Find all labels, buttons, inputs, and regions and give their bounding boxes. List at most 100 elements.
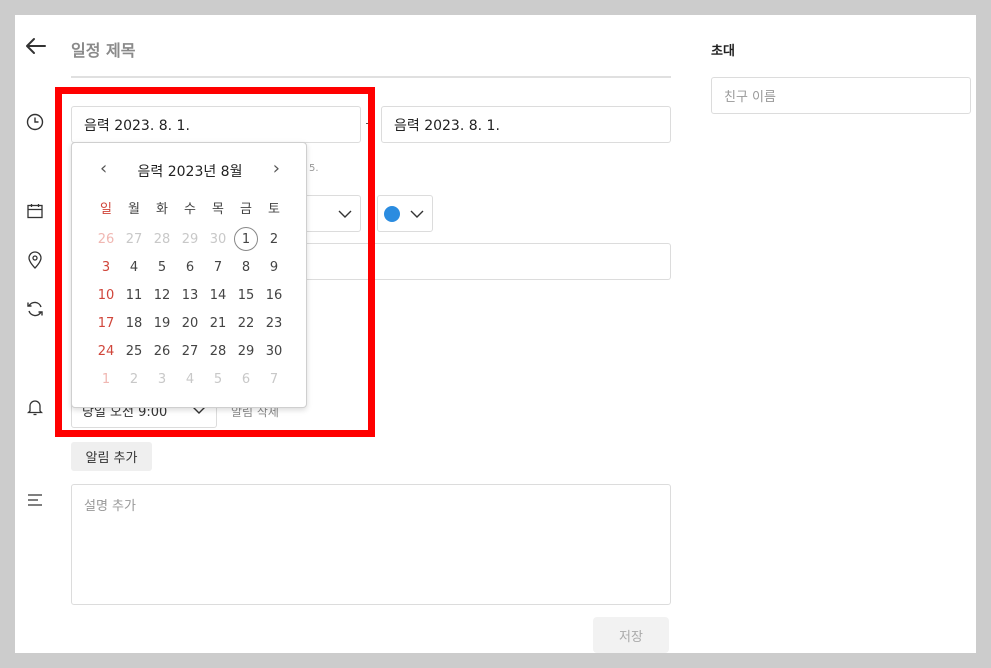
- date-cell-label: 11: [125, 287, 143, 303]
- date-cell[interactable]: 3: [148, 365, 176, 393]
- date-cell-label: 8: [241, 259, 251, 275]
- weekday-label: 목: [212, 201, 224, 217]
- date-cell-label: 24: [97, 343, 115, 359]
- date-cell[interactable]: 15: [232, 281, 260, 309]
- date-cell[interactable]: 30: [260, 337, 288, 365]
- date-picker-month-label: 음력 2023년 8월: [137, 164, 243, 180]
- date-cell[interactable]: 24: [92, 337, 120, 365]
- date-cell-label: 5: [213, 371, 223, 387]
- end-date-value: 음력 2023. 8. 1.: [394, 117, 500, 134]
- text-lines-icon: [27, 493, 43, 507]
- weekday-label: 금: [240, 201, 252, 217]
- date-cell-label: 22: [237, 315, 255, 331]
- date-cell-label: 6: [185, 259, 195, 275]
- date-cell-label: 17: [97, 315, 115, 331]
- weekday-label: 일: [100, 201, 112, 217]
- date-cell[interactable]: 13: [176, 281, 204, 309]
- bell-icon: [27, 398, 43, 416]
- date-cell-label: 16: [265, 287, 283, 303]
- date-cell[interactable]: 5: [148, 253, 176, 281]
- date-cell-label: 1: [234, 227, 258, 251]
- friend-name-input[interactable]: 친구 이름: [711, 77, 971, 114]
- next-month-button[interactable]: ›: [273, 160, 280, 178]
- date-cell[interactable]: 19: [148, 309, 176, 337]
- date-cell-label: 30: [265, 343, 283, 359]
- chevron-down-icon: [410, 210, 424, 218]
- date-cell[interactable]: 16: [260, 281, 288, 309]
- date-cell[interactable]: 23: [260, 309, 288, 337]
- date-cell[interactable]: 2: [120, 365, 148, 393]
- weekday-label: 화: [156, 201, 168, 217]
- prev-month-button[interactable]: ‹: [100, 160, 107, 178]
- date-cell[interactable]: 9: [260, 253, 288, 281]
- date-cell[interactable]: 21: [204, 309, 232, 337]
- date-cell[interactable]: 1: [92, 365, 120, 393]
- date-cell[interactable]: 6: [232, 365, 260, 393]
- date-picker-header: ‹ 음력 2023년 8월 ›: [72, 160, 308, 181]
- color-select[interactable]: [377, 195, 433, 232]
- date-cell[interactable]: 17: [92, 309, 120, 337]
- date-cell[interactable]: 6: [176, 253, 204, 281]
- date-cell-label: 4: [129, 259, 139, 275]
- date-cell[interactable]: 28: [204, 337, 232, 365]
- date-cell[interactable]: 29: [232, 337, 260, 365]
- date-cell-label: 29: [237, 343, 255, 359]
- end-date-field[interactable]: 음력 2023. 8. 1.: [381, 106, 671, 143]
- date-cell[interactable]: 12: [148, 281, 176, 309]
- description-placeholder: 설명 추가: [84, 499, 136, 514]
- date-cell-label: 18: [125, 315, 143, 331]
- date-cell[interactable]: 3: [92, 253, 120, 281]
- event-title-input[interactable]: 일정 제목: [71, 37, 135, 61]
- title-underline: [71, 76, 671, 78]
- start-date-value: 음력 2023. 8. 1.: [84, 117, 190, 134]
- start-date-field[interactable]: 음력 2023. 8. 1.: [71, 106, 361, 143]
- date-cell-label: 9: [269, 259, 279, 275]
- date-cell-label: 12: [153, 287, 171, 303]
- date-picker-grid: 일 월 화 수 목 금 토 26 27 28 29 30 1 2 3 4 5 6 7 8 9 10 11 12 13 14 15 16…: [92, 197, 288, 393]
- date-cell[interactable]: 26: [148, 337, 176, 365]
- date-cell[interactable]: 7: [260, 365, 288, 393]
- date-cell-label: 27: [125, 231, 143, 247]
- date-cell[interactable]: 27: [176, 337, 204, 365]
- add-alarm-button[interactable]: 알림 추가: [71, 442, 152, 471]
- date-cell-label: 3: [157, 371, 167, 387]
- date-cell[interactable]: 7: [204, 253, 232, 281]
- date-cell[interactable]: 11: [120, 281, 148, 309]
- date-cell[interactable]: 2: [260, 225, 288, 253]
- date-cell[interactable]: 30: [204, 225, 232, 253]
- clock-icon: [26, 113, 44, 131]
- date-cell[interactable]: 20: [176, 309, 204, 337]
- weekday-label: 월: [128, 201, 140, 217]
- date-cell-label: 28: [153, 231, 171, 247]
- date-cell-label: 19: [153, 315, 171, 331]
- date-cell[interactable]: 5: [204, 365, 232, 393]
- date-cell[interactable]: 27: [120, 225, 148, 253]
- date-cell-label: 29: [181, 231, 199, 247]
- date-cell-label: 13: [181, 287, 199, 303]
- save-button[interactable]: 저장: [593, 617, 669, 653]
- date-range-separator: [366, 123, 374, 124]
- date-cell[interactable]: 14: [204, 281, 232, 309]
- date-cell[interactable]: 29: [176, 225, 204, 253]
- arrow-left-icon[interactable]: [25, 37, 47, 55]
- date-cell[interactable]: 8: [232, 253, 260, 281]
- weekday-label: 토: [268, 201, 280, 217]
- date-cell-label: 15: [237, 287, 255, 303]
- date-cell-label: 20: [181, 315, 199, 331]
- date-cell-label: 26: [153, 343, 171, 359]
- date-cell-label: 4: [185, 371, 195, 387]
- weekday-label: 수: [184, 201, 196, 217]
- date-cell[interactable]: 18: [120, 309, 148, 337]
- date-cell[interactable]: 22: [232, 309, 260, 337]
- date-cell-label: 30: [209, 231, 227, 247]
- description-textarea[interactable]: 설명 추가: [71, 484, 671, 605]
- date-cell[interactable]: 25: [120, 337, 148, 365]
- date-cell-label: 25: [125, 343, 143, 359]
- date-cell[interactable]: 10: [92, 281, 120, 309]
- date-cell[interactable]: 4: [176, 365, 204, 393]
- date-cell[interactable]: 4: [120, 253, 148, 281]
- date-cell[interactable]: 28: [148, 225, 176, 253]
- location-pin-icon: [27, 251, 43, 269]
- date-cell[interactable]: 26: [92, 225, 120, 253]
- selected-date-cell[interactable]: 1: [232, 225, 260, 253]
